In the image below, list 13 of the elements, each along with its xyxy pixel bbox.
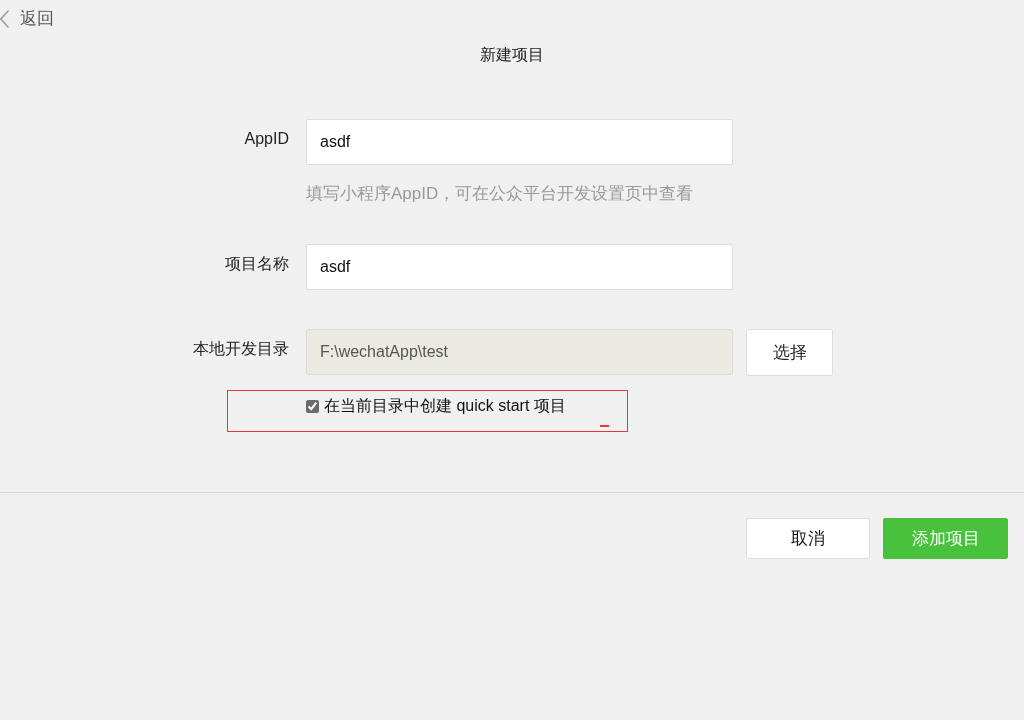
chevron-left-icon [0,10,9,28]
checkbox[interactable] [306,399,319,413]
field-label: 本地开发目录 [192,339,289,359]
input-field[interactable]: asdf [306,119,733,165]
field-hint: 填写小程序AppID，可在公众平台开发设置页中查看 [306,183,695,205]
page-title: 新建项目 [480,45,544,65]
field-label: 项目名称 [224,254,289,274]
cancel-button[interactable]: 取消 [746,518,870,559]
dash-icon [600,425,609,427]
checkbox-label: 在当前目录中创建 quick start 项目 [324,396,566,416]
field-label: AppID [243,129,289,149]
input-field[interactable]: asdf [306,244,733,290]
back-link[interactable]: 返回 [0,8,54,30]
